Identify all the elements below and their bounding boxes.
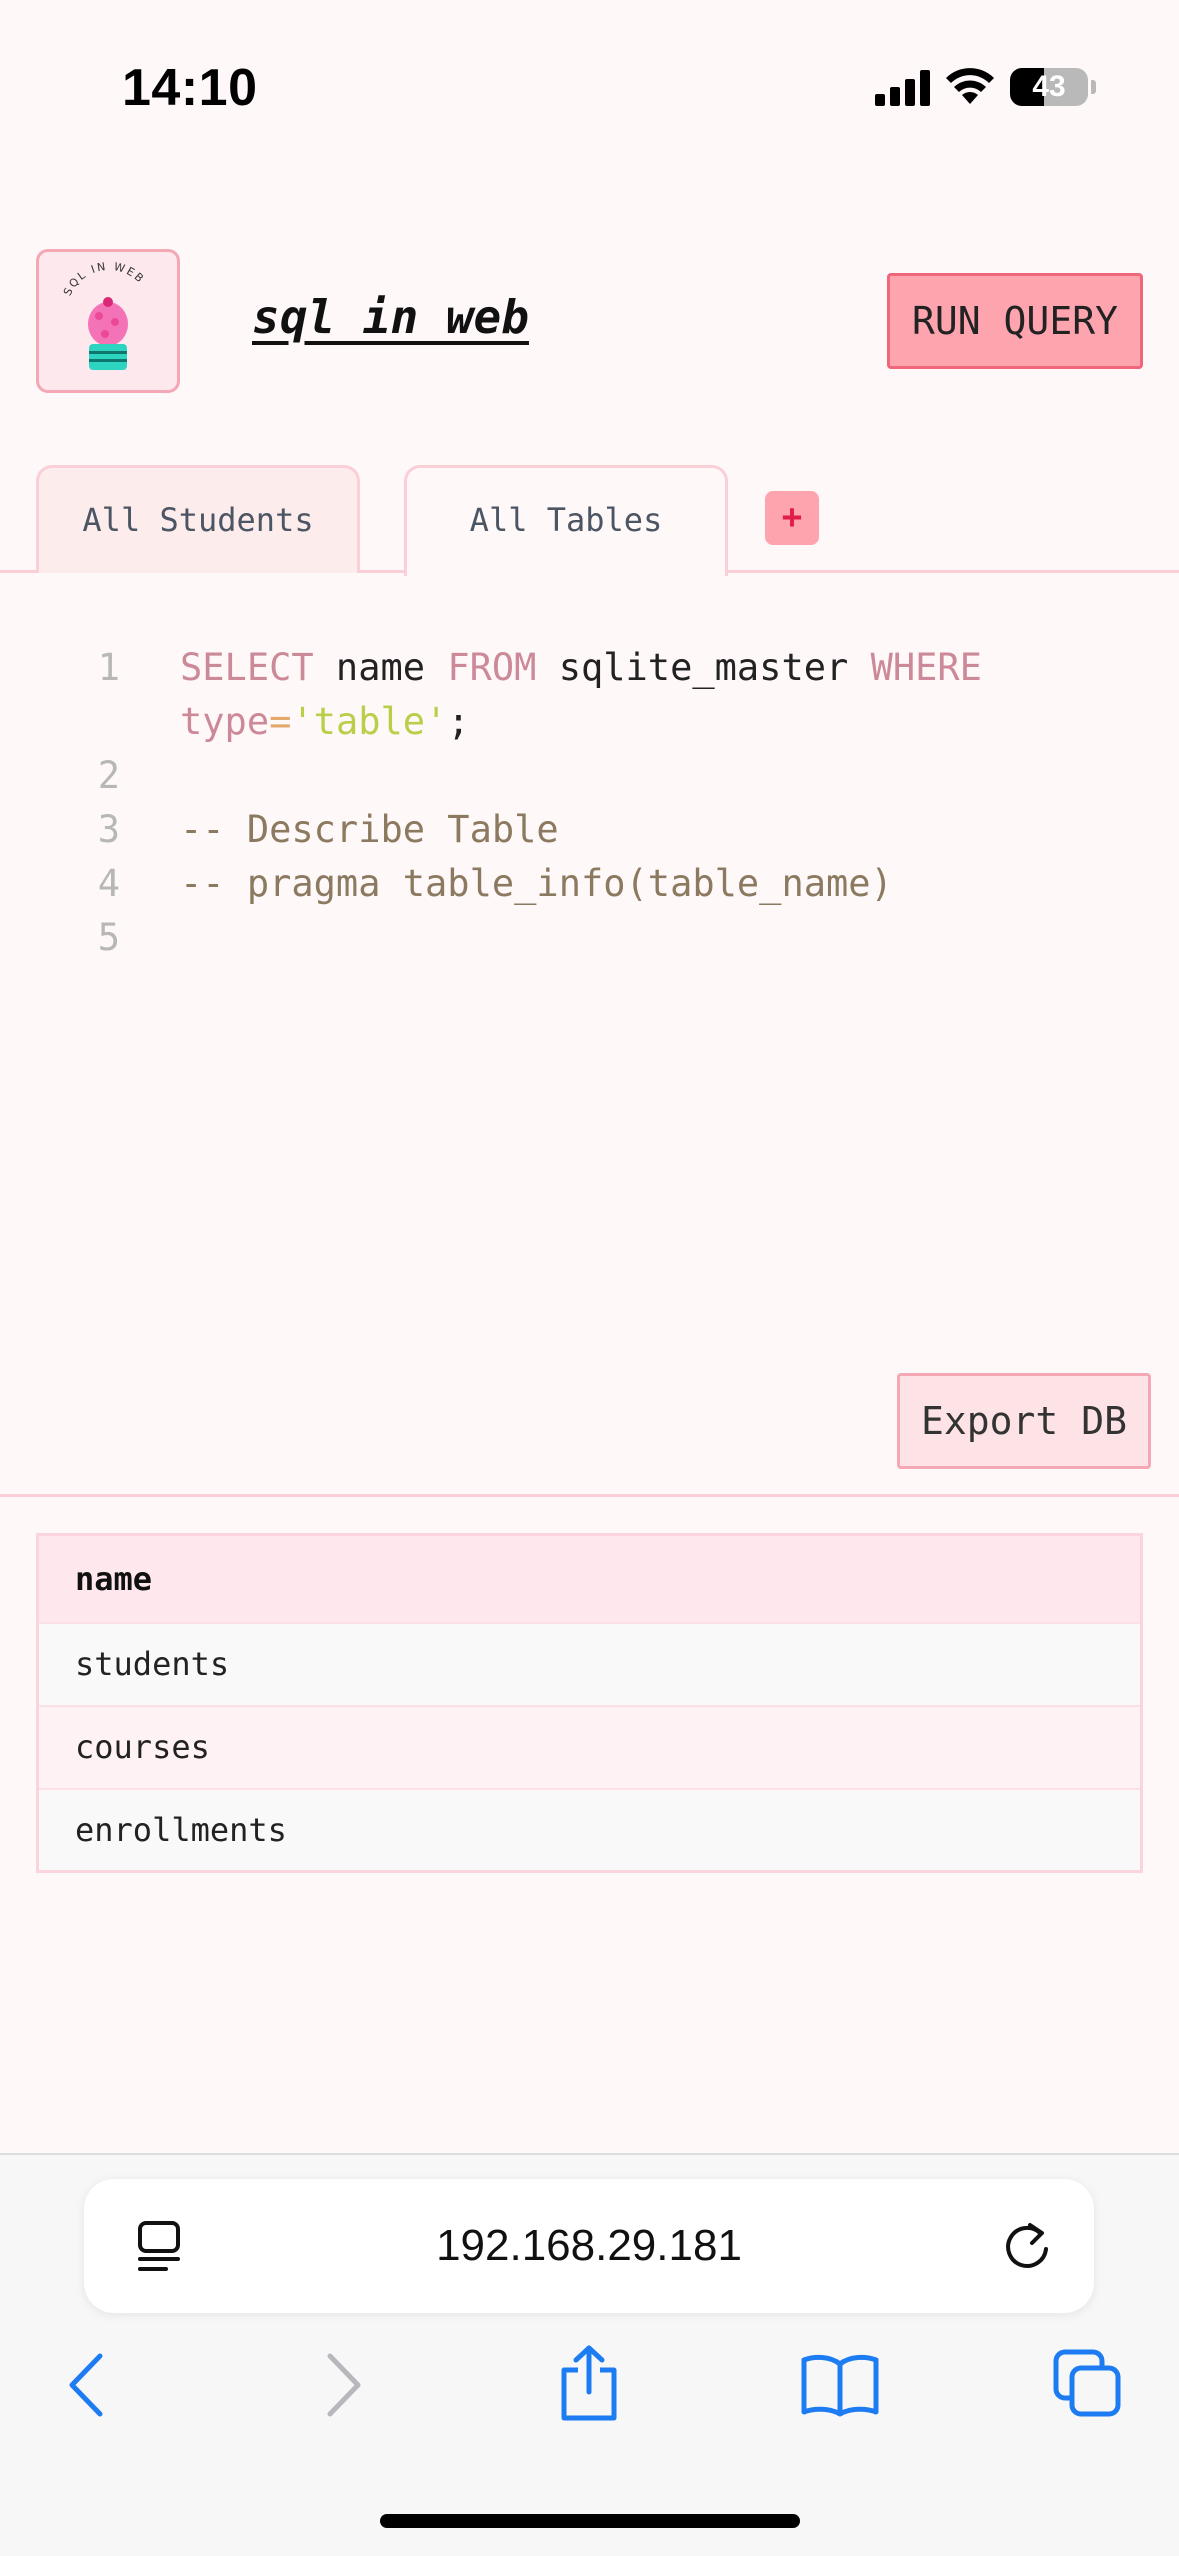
editor-line[interactable]: type='table'; bbox=[0, 694, 1179, 748]
app-title[interactable]: sql in web bbox=[252, 290, 529, 344]
logo-text: SQL IN WEB bbox=[61, 260, 146, 298]
code-token: WHERE bbox=[870, 646, 982, 689]
table-cell: enrollments bbox=[37, 1787, 1142, 1872]
home-indicator bbox=[380, 2514, 800, 2528]
cellular-signal-icon bbox=[875, 70, 930, 106]
tab-all-students[interactable]: All Students bbox=[36, 465, 360, 573]
address-bar[interactable]: 192.168.29.181 bbox=[84, 2179, 1094, 2313]
editor-line[interactable]: 1 SELECT name FROM sqlite_master WHERE bbox=[0, 640, 1179, 694]
code-token: FROM bbox=[447, 646, 537, 689]
app-logo: SQL IN WEB bbox=[36, 249, 180, 393]
code-token: sqlite_master bbox=[536, 646, 871, 689]
export-db-button[interactable]: Export DB bbox=[897, 1373, 1151, 1469]
editor-line[interactable]: 5 bbox=[0, 910, 1179, 964]
editor-line[interactable]: 2 bbox=[0, 748, 1179, 802]
sql-editor[interactable]: 1 SELECT name FROM sqlite_master WHERE typ… bbox=[0, 640, 1179, 964]
tabs-overview-icon[interactable] bbox=[1052, 2348, 1124, 2420]
code-token: SELECT bbox=[180, 646, 314, 689]
bookmarks-icon[interactable] bbox=[800, 2352, 880, 2418]
table-cell: courses bbox=[37, 1704, 1142, 1789]
code-text[interactable]: SELECT name FROM sqlite_master WHERE bbox=[180, 646, 982, 689]
code-token: 'table' bbox=[291, 700, 448, 743]
column-header-name: name bbox=[37, 1534, 1142, 1623]
code-token: -- Describe Table bbox=[180, 808, 559, 851]
code-text[interactable]: -- pragma table_info(table_name) bbox=[180, 862, 893, 905]
code-text[interactable]: type='table'; bbox=[180, 700, 470, 743]
line-number: 4 bbox=[97, 862, 120, 905]
add-tab-button[interactable]: + bbox=[765, 491, 819, 545]
line-number: 2 bbox=[97, 754, 120, 797]
line-number: 3 bbox=[97, 808, 120, 851]
run-query-button[interactable]: RUN QUERY bbox=[887, 273, 1143, 369]
battery-icon: 43 bbox=[1010, 68, 1088, 106]
reload-icon[interactable] bbox=[1000, 2219, 1054, 2273]
editor-line[interactable]: 4 -- pragma table_info(table_name) bbox=[0, 856, 1179, 910]
status-time: 14:10 bbox=[122, 59, 258, 117]
table-row: students bbox=[37, 1621, 1142, 1706]
table-header-row: name bbox=[37, 1534, 1142, 1623]
results-table: name students courses enrollments bbox=[36, 1533, 1143, 1873]
line-number: 5 bbox=[97, 916, 120, 959]
code-text[interactable]: -- Describe Table bbox=[180, 808, 559, 851]
editor-line[interactable]: 3 -- Describe Table bbox=[0, 802, 1179, 856]
code-token: -- pragma table_info(table_name) bbox=[180, 862, 893, 905]
battery-percent: 43 bbox=[1032, 70, 1066, 103]
code-token: = bbox=[269, 700, 292, 743]
wifi-icon bbox=[946, 68, 994, 104]
table-cell: students bbox=[37, 1621, 1142, 1706]
code-token: ; bbox=[447, 700, 470, 743]
editor-divider bbox=[0, 1494, 1179, 1497]
code-token: type bbox=[180, 700, 270, 743]
code-token: name bbox=[313, 646, 448, 689]
table-row: enrollments bbox=[37, 1787, 1142, 1872]
tab-all-tables[interactable]: All Tables bbox=[404, 465, 728, 576]
line-number: 1 bbox=[97, 646, 120, 689]
svg-text:SQL IN WEB: SQL IN WEB bbox=[61, 260, 148, 298]
status-bar: 14:10 43 bbox=[0, 0, 1179, 170]
table-row: courses bbox=[37, 1704, 1142, 1789]
back-icon[interactable] bbox=[62, 2350, 112, 2420]
forward-icon[interactable] bbox=[318, 2350, 368, 2420]
battery-nub bbox=[1091, 80, 1096, 94]
share-icon[interactable] bbox=[556, 2344, 622, 2424]
cactus-icon: SQL IN WEB bbox=[61, 260, 148, 370]
url-text[interactable]: 192.168.29.181 bbox=[84, 2179, 1094, 2313]
